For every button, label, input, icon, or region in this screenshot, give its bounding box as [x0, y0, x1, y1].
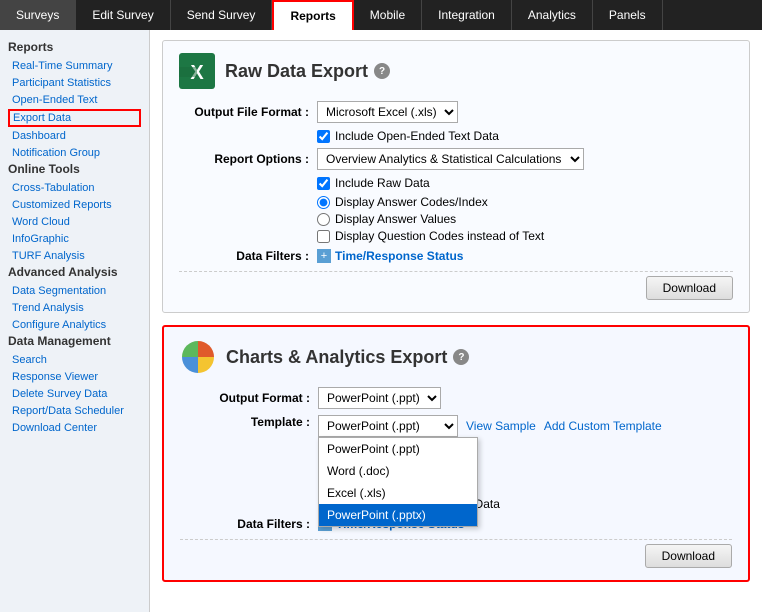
- nav-surveys[interactable]: Surveys: [0, 0, 76, 30]
- display-codes-label: Display Answer Codes/Index: [335, 195, 488, 209]
- include-openended-row: Include Open-Ended Text Data: [317, 129, 733, 143]
- main-layout: Reports Real-Time Summary Participant St…: [0, 30, 762, 612]
- main-content: X Raw Data Export ? Output File Format :…: [150, 30, 762, 612]
- sidebar-title-onlinetools: Online Tools: [8, 162, 141, 176]
- charts-header: Charts & Analytics Export ?: [180, 339, 732, 375]
- raw-data-export-section: X Raw Data Export ? Output File Format :…: [162, 40, 750, 313]
- display-codes-row: Display Answer Codes/Index: [317, 195, 733, 209]
- display-codes-radio[interactable]: [317, 196, 330, 209]
- output-format-label: Output File Format :: [179, 105, 309, 119]
- raw-data-header: X Raw Data Export ?: [179, 53, 733, 89]
- sidebar-link-download-center[interactable]: Download Center: [8, 420, 141, 436]
- display-values-label: Display Answer Values: [335, 212, 456, 226]
- template-dropdown-container: PowerPoint (.ppt) View Sample Add Custom…: [318, 415, 662, 437]
- sidebar-section-advanced: Advanced Analysis Data Segmentation Tren…: [8, 265, 141, 333]
- display-values-radio[interactable]: [317, 213, 330, 226]
- sidebar-title-reports: Reports: [8, 40, 141, 54]
- include-openended-checkbox[interactable]: [317, 130, 330, 143]
- filters-plus-icon[interactable]: +: [317, 249, 331, 263]
- template-row: Template : PowerPoint (.ppt) View Sample…: [180, 415, 732, 437]
- sidebar-link-dashboard[interactable]: Dashboard: [8, 128, 141, 144]
- sidebar-link-configure[interactable]: Configure Analytics: [8, 317, 141, 333]
- charts-output-format-row: Output Format : PowerPoint (.ppt): [180, 387, 732, 409]
- sidebar-link-openended[interactable]: Open-Ended Text: [8, 92, 141, 108]
- sidebar-section-onlinetools: Online Tools Cross-Tabulation Customized…: [8, 162, 141, 264]
- charts-filters-label: Data Filters :: [180, 517, 310, 531]
- dd-ppt[interactable]: PowerPoint (.ppt): [319, 438, 477, 460]
- include-openended-label: Include Open-Ended Text Data: [335, 129, 499, 143]
- output-format-row: Output File Format : Microsoft Excel (.x…: [179, 101, 733, 123]
- sidebar-section-datamanagement: Data Management Search Response Viewer D…: [8, 334, 141, 436]
- sidebar-link-turf[interactable]: TURF Analysis: [8, 248, 141, 264]
- nav-edit-survey[interactable]: Edit Survey: [76, 0, 170, 30]
- nav-integration[interactable]: Integration: [422, 0, 512, 30]
- sidebar-link-wordcloud[interactable]: Word Cloud: [8, 214, 141, 230]
- raw-filter-link[interactable]: Time/Response Status: [335, 249, 463, 263]
- report-options-label: Report Options :: [179, 152, 309, 166]
- charts-output-label: Output Format :: [180, 391, 310, 405]
- sidebar-link-customized[interactable]: Customized Reports: [8, 197, 141, 213]
- charts-download-row: Download: [180, 539, 732, 568]
- sidebar-link-trend[interactable]: Trend Analysis: [8, 300, 141, 316]
- output-format-select[interactable]: Microsoft Excel (.xls): [317, 101, 458, 123]
- display-question-codes-label: Display Question Codes instead of Text: [335, 229, 544, 243]
- sidebar-link-crosstab[interactable]: Cross-Tabulation: [8, 180, 141, 196]
- include-raw-checkbox[interactable]: [317, 177, 330, 190]
- dd-doc[interactable]: Word (.doc): [319, 460, 477, 482]
- raw-download-button[interactable]: Download: [646, 276, 733, 300]
- template-actions: View Sample Add Custom Template: [466, 419, 662, 433]
- sidebar: Reports Real-Time Summary Participant St…: [0, 30, 150, 612]
- raw-data-filters-label: Data Filters :: [179, 249, 309, 263]
- nav-reports[interactable]: Reports: [272, 0, 353, 30]
- charts-download-button[interactable]: Download: [645, 544, 732, 568]
- sidebar-link-notification[interactable]: Notification Group: [8, 145, 141, 161]
- display-question-codes-checkbox[interactable]: [317, 230, 330, 243]
- excel-icon: X: [179, 53, 215, 89]
- sidebar-link-search[interactable]: Search: [8, 352, 141, 368]
- sidebar-link-participant[interactable]: Participant Statistics: [8, 75, 141, 91]
- nav-send-survey[interactable]: Send Survey: [171, 0, 273, 30]
- raw-download-row: Download: [179, 271, 733, 300]
- sidebar-link-dataseg[interactable]: Data Segmentation: [8, 283, 141, 299]
- add-custom-template-link[interactable]: Add Custom Template: [544, 419, 662, 433]
- charts-help-icon[interactable]: ?: [453, 349, 469, 365]
- view-sample-link[interactable]: View Sample: [466, 419, 536, 433]
- report-options-row: Report Options : Overview Analytics & St…: [179, 148, 733, 170]
- charts-export-section: Charts & Analytics Export ? Output Forma…: [162, 325, 750, 582]
- sidebar-link-response[interactable]: Response Viewer: [8, 369, 141, 385]
- sidebar-link-infographic[interactable]: InfoGraphic: [8, 231, 141, 247]
- nav-panels[interactable]: Panels: [593, 0, 663, 30]
- sidebar-link-exportdata[interactable]: Export Data: [8, 109, 141, 127]
- include-raw-label: Include Raw Data: [335, 176, 430, 190]
- display-values-row: Display Answer Values: [317, 212, 733, 226]
- chart-icon: [180, 339, 216, 375]
- charts-output-select[interactable]: PowerPoint (.ppt): [318, 387, 441, 409]
- sidebar-section-reports: Reports Real-Time Summary Participant St…: [8, 40, 141, 161]
- nav-mobile[interactable]: Mobile: [354, 0, 422, 30]
- template-dropdown-list: PowerPoint (.ppt) Word (.doc) Excel (.xl…: [318, 437, 478, 527]
- dd-xls[interactable]: Excel (.xls): [319, 482, 477, 504]
- sidebar-link-realtime[interactable]: Real-Time Summary: [8, 58, 141, 74]
- raw-data-filters-row: Data Filters : + Time/Response Status: [179, 249, 733, 263]
- sidebar-link-scheduler[interactable]: Report/Data Scheduler: [8, 403, 141, 419]
- raw-data-help-icon[interactable]: ?: [374, 63, 390, 79]
- report-options-select[interactable]: Overview Analytics & Statistical Calcula…: [317, 148, 584, 170]
- sidebar-title-datamanagement: Data Management: [8, 334, 141, 348]
- top-nav: Surveys Edit Survey Send Survey Reports …: [0, 0, 762, 30]
- sidebar-link-delete[interactable]: Delete Survey Data: [8, 386, 141, 402]
- nav-analytics[interactable]: Analytics: [512, 0, 593, 30]
- include-raw-row: Include Raw Data: [317, 176, 733, 190]
- raw-data-title: Raw Data Export: [225, 61, 368, 82]
- charts-title: Charts & Analytics Export: [226, 347, 447, 368]
- template-label: Template :: [180, 415, 310, 429]
- display-question-codes-row: Display Question Codes instead of Text: [317, 229, 733, 243]
- template-select[interactable]: PowerPoint (.ppt): [318, 415, 458, 437]
- dd-pptx[interactable]: PowerPoint (.pptx): [319, 504, 477, 526]
- sidebar-title-advanced: Advanced Analysis: [8, 265, 141, 279]
